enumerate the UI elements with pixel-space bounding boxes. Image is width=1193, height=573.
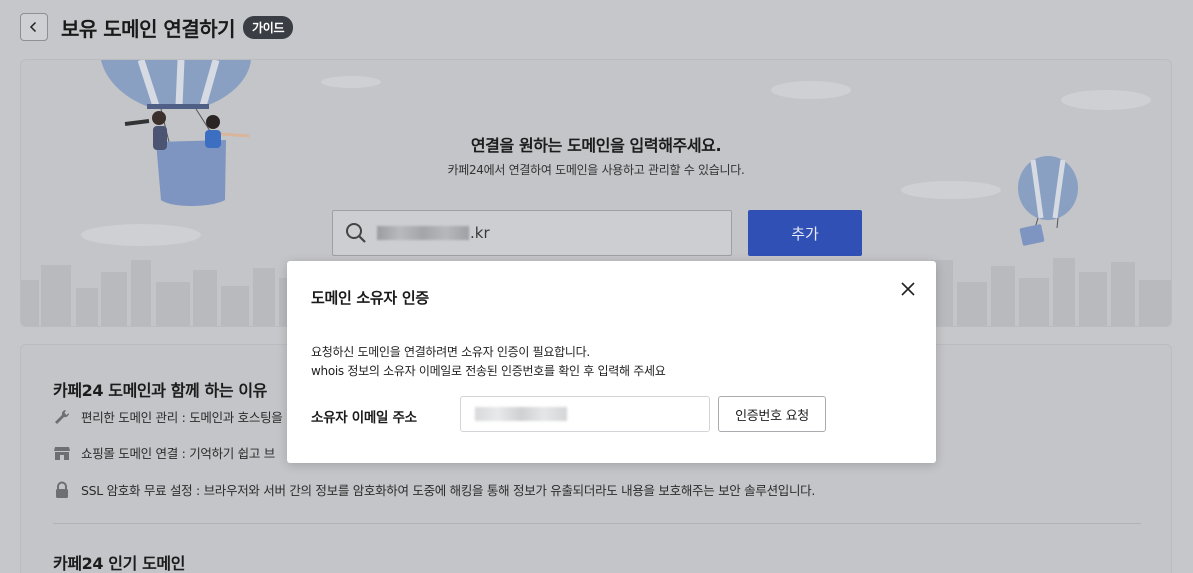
domain-suffix: .kr bbox=[470, 224, 490, 242]
benefits-title: 카페24 도메인과 함께 하는 이유 bbox=[53, 381, 267, 400]
redacted-domain bbox=[377, 226, 469, 240]
page-title: 보유 도메인 연결하기 bbox=[61, 16, 236, 41]
divider bbox=[53, 523, 1141, 524]
benefit-text: 쇼핑몰 도메인 연결 : 기억하기 쉽고 브 bbox=[81, 446, 275, 461]
redacted-email bbox=[475, 407, 567, 421]
benefit-item: SSL 암호화 무료 설정 : 브라우저와 서버 간의 정보를 암호화하여 도중… bbox=[53, 480, 815, 499]
search-icon bbox=[346, 223, 366, 243]
wrench-icon bbox=[53, 408, 71, 426]
close-icon bbox=[901, 282, 915, 296]
popular-domains-title: 카페24 인기 도메인 bbox=[53, 554, 186, 573]
search-value: .kr bbox=[377, 224, 490, 242]
guide-badge[interactable]: 가이드 bbox=[243, 15, 294, 39]
add-button[interactable]: 추가 bbox=[748, 210, 862, 256]
benefit-item: 쇼핑몰 도메인 연결 : 기억하기 쉽고 브 bbox=[53, 443, 275, 462]
request-code-button[interactable]: 인증번호 요청 bbox=[718, 396, 826, 432]
modal-title: 도메인 소유자 인증 bbox=[311, 289, 429, 307]
hero-subtitle: 카페24에서 연결하여 도메인을 사용하고 관리할 수 있습니다. bbox=[447, 163, 745, 177]
owner-email-field[interactable] bbox=[460, 396, 710, 432]
benefit-text: SSL 암호화 무료 설정 : 브라우저와 서버 간의 정보를 암호화하여 도중… bbox=[81, 483, 816, 498]
benefit-text: 편리한 도메인 관리 : 도메인과 호스팅을 bbox=[81, 410, 283, 425]
benefit-item: 편리한 도메인 관리 : 도메인과 호스팅을 bbox=[53, 407, 283, 426]
close-button[interactable] bbox=[896, 277, 920, 301]
domain-search-input[interactable]: .kr bbox=[332, 210, 732, 256]
lock-icon bbox=[53, 481, 71, 499]
chevron-left-icon bbox=[29, 21, 37, 33]
back-button[interactable] bbox=[20, 13, 48, 41]
modal-description-line1: 요청하신 도메인을 연결하려면 소유자 인증이 필요합니다. bbox=[311, 345, 590, 359]
owner-verification-modal: 도메인 소유자 인증 요청하신 도메인을 연결하려면 소유자 인증이 필요합니다… bbox=[287, 261, 936, 463]
page-header: 보유 도메인 연결하기 가이드 bbox=[20, 12, 294, 42]
modal-description-line2: whois 정보의 소유자 이메일로 전송된 인증번호를 확인 후 입력해 주세… bbox=[311, 364, 666, 378]
owner-email-label: 소유자 이메일 주소 bbox=[311, 410, 417, 426]
store-icon bbox=[53, 444, 71, 462]
hero-title: 연결을 원하는 도메인을 입력해주세요. bbox=[470, 136, 722, 155]
